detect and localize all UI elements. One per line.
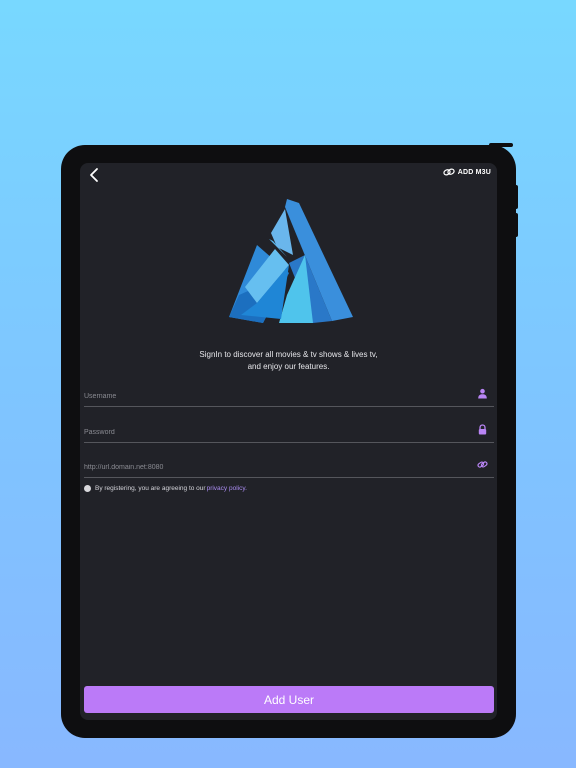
privacy-consent: By registering, you are agreeing to our … <box>84 485 247 492</box>
password-input[interactable] <box>84 422 464 443</box>
add-user-button[interactable]: Add User <box>84 686 494 713</box>
chevron-left-icon <box>90 168 98 182</box>
link-icon <box>477 461 488 468</box>
tablet-volume-up-button <box>514 185 518 209</box>
app-logo <box>229 199 353 323</box>
username-field <box>84 385 494 407</box>
lock-icon <box>478 424 487 435</box>
url-input[interactable] <box>84 457 464 478</box>
link-icon <box>443 168 455 176</box>
tagline-line-2: and enjoy our features. <box>247 362 330 371</box>
password-field <box>84 421 494 443</box>
privacy-policy-link[interactable]: privacy policy. <box>207 485 247 492</box>
tablet-volume-down-button <box>514 213 518 237</box>
url-field <box>84 456 494 478</box>
app-screen: ADD M3U SignIn to discover all movies & … <box>80 163 497 720</box>
consent-radio[interactable] <box>84 485 91 492</box>
add-m3u-label: ADD M3U <box>457 168 491 176</box>
username-input[interactable] <box>84 386 464 407</box>
user-icon <box>478 388 487 399</box>
back-button[interactable] <box>86 167 102 183</box>
add-m3u-button[interactable]: ADD M3U <box>443 168 491 176</box>
signin-tagline: SignIn to discover all movies & tv shows… <box>80 349 497 373</box>
consent-text: By registering, you are agreeing to our <box>95 485 206 492</box>
tagline-line-1: SignIn to discover all movies & tv shows… <box>199 350 378 359</box>
tablet-power-button <box>489 143 513 147</box>
